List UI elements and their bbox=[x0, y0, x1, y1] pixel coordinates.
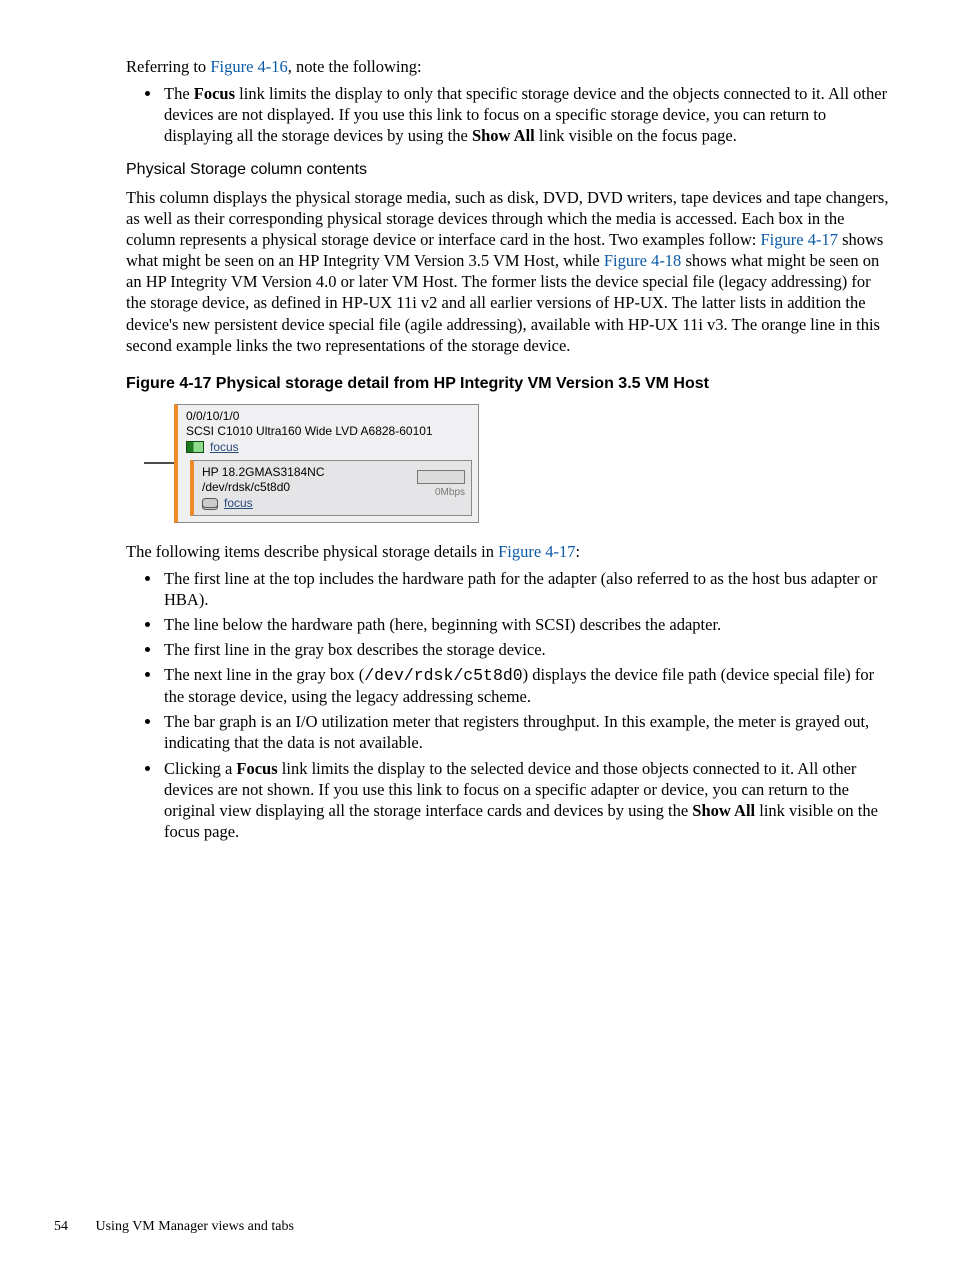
code-path: /dev/rdsk/c5t8d0 bbox=[364, 666, 522, 685]
figure-4-17: 0/0/10/1/0 SCSI C1010 Ultra160 Wide LVD … bbox=[144, 404, 890, 522]
text: The following items describe physical st… bbox=[126, 542, 498, 561]
text: , note the following: bbox=[288, 57, 422, 76]
paragraph-fig-desc-intro: The following items describe physical st… bbox=[126, 541, 890, 562]
focus-bold: Focus bbox=[236, 759, 277, 778]
bullet-list-2: The first line at the top includes the h… bbox=[126, 568, 890, 842]
link-figure-4-16[interactable]: Figure 4-16 bbox=[210, 57, 287, 76]
list-item: The line below the hardware path (here, … bbox=[162, 614, 890, 635]
list-item: The first line at the top includes the h… bbox=[162, 568, 890, 610]
link-figure-4-18[interactable]: Figure 4-18 bbox=[604, 251, 681, 270]
page-footer: 54 Using VM Manager views and tabs bbox=[54, 1219, 294, 1235]
device-focus-link[interactable]: focus bbox=[224, 496, 253, 510]
show-all-bold: Show All bbox=[692, 801, 755, 820]
text: The bbox=[164, 84, 194, 103]
io-meter: 0Mbps bbox=[417, 470, 465, 499]
adapter-card-icon bbox=[186, 441, 204, 453]
text: link visible on the focus page. bbox=[535, 126, 737, 145]
paragraph-column-desc: This column displays the physical storag… bbox=[126, 187, 890, 356]
text: : bbox=[576, 542, 581, 561]
connector-line-icon bbox=[144, 462, 174, 464]
meter-label: 0Mbps bbox=[435, 487, 465, 498]
text: Clicking a bbox=[164, 759, 236, 778]
adapter-body: 0/0/10/1/0 SCSI C1010 Ultra160 Wide LVD … bbox=[178, 405, 478, 458]
adapter-hardware-path: 0/0/10/1/0 bbox=[186, 409, 472, 423]
disk-icon bbox=[202, 498, 218, 508]
figure-caption: Figure 4-17 Physical storage detail from… bbox=[126, 374, 890, 394]
link-figure-4-17-b[interactable]: Figure 4-17 bbox=[498, 542, 575, 561]
page-content: Referring to Figure 4-16, note the follo… bbox=[0, 0, 954, 842]
footer-title: Using VM Manager views and tabs bbox=[96, 1219, 294, 1234]
text: Referring to bbox=[126, 57, 210, 76]
link-figure-4-17[interactable]: Figure 4-17 bbox=[761, 230, 838, 249]
text: The next line in the gray box ( bbox=[164, 665, 364, 684]
list-item: Clicking a Focus link limits the display… bbox=[162, 758, 890, 842]
list-item: The bar graph is an I/O utilization mete… bbox=[162, 711, 890, 753]
adapter-focus-row: focus bbox=[186, 438, 472, 454]
device-box: HP 18.2GMAS3184NC /dev/rdsk/c5t8d0 focus… bbox=[190, 460, 472, 515]
adapter-box: 0/0/10/1/0 SCSI C1010 Ultra160 Wide LVD … bbox=[174, 404, 479, 522]
adapter-description: SCSI C1010 Ultra160 Wide LVD A6828-60101 bbox=[186, 424, 472, 438]
bullet-list-1: The Focus link limits the display to onl… bbox=[126, 83, 890, 146]
list-item: The Focus link limits the display to onl… bbox=[162, 83, 890, 146]
paragraph-intro: Referring to Figure 4-16, note the follo… bbox=[126, 56, 890, 77]
meter-bar-icon bbox=[417, 470, 465, 484]
page-number: 54 bbox=[54, 1219, 92, 1235]
list-item: The next line in the gray box (/dev/rdsk… bbox=[162, 664, 890, 707]
subhead-physical-storage: Physical Storage column contents bbox=[126, 160, 890, 180]
show-all-bold: Show All bbox=[472, 126, 535, 145]
adapter-focus-link[interactable]: focus bbox=[210, 440, 239, 454]
list-item: The first line in the gray box describes… bbox=[162, 639, 890, 660]
focus-bold: Focus bbox=[194, 84, 235, 103]
